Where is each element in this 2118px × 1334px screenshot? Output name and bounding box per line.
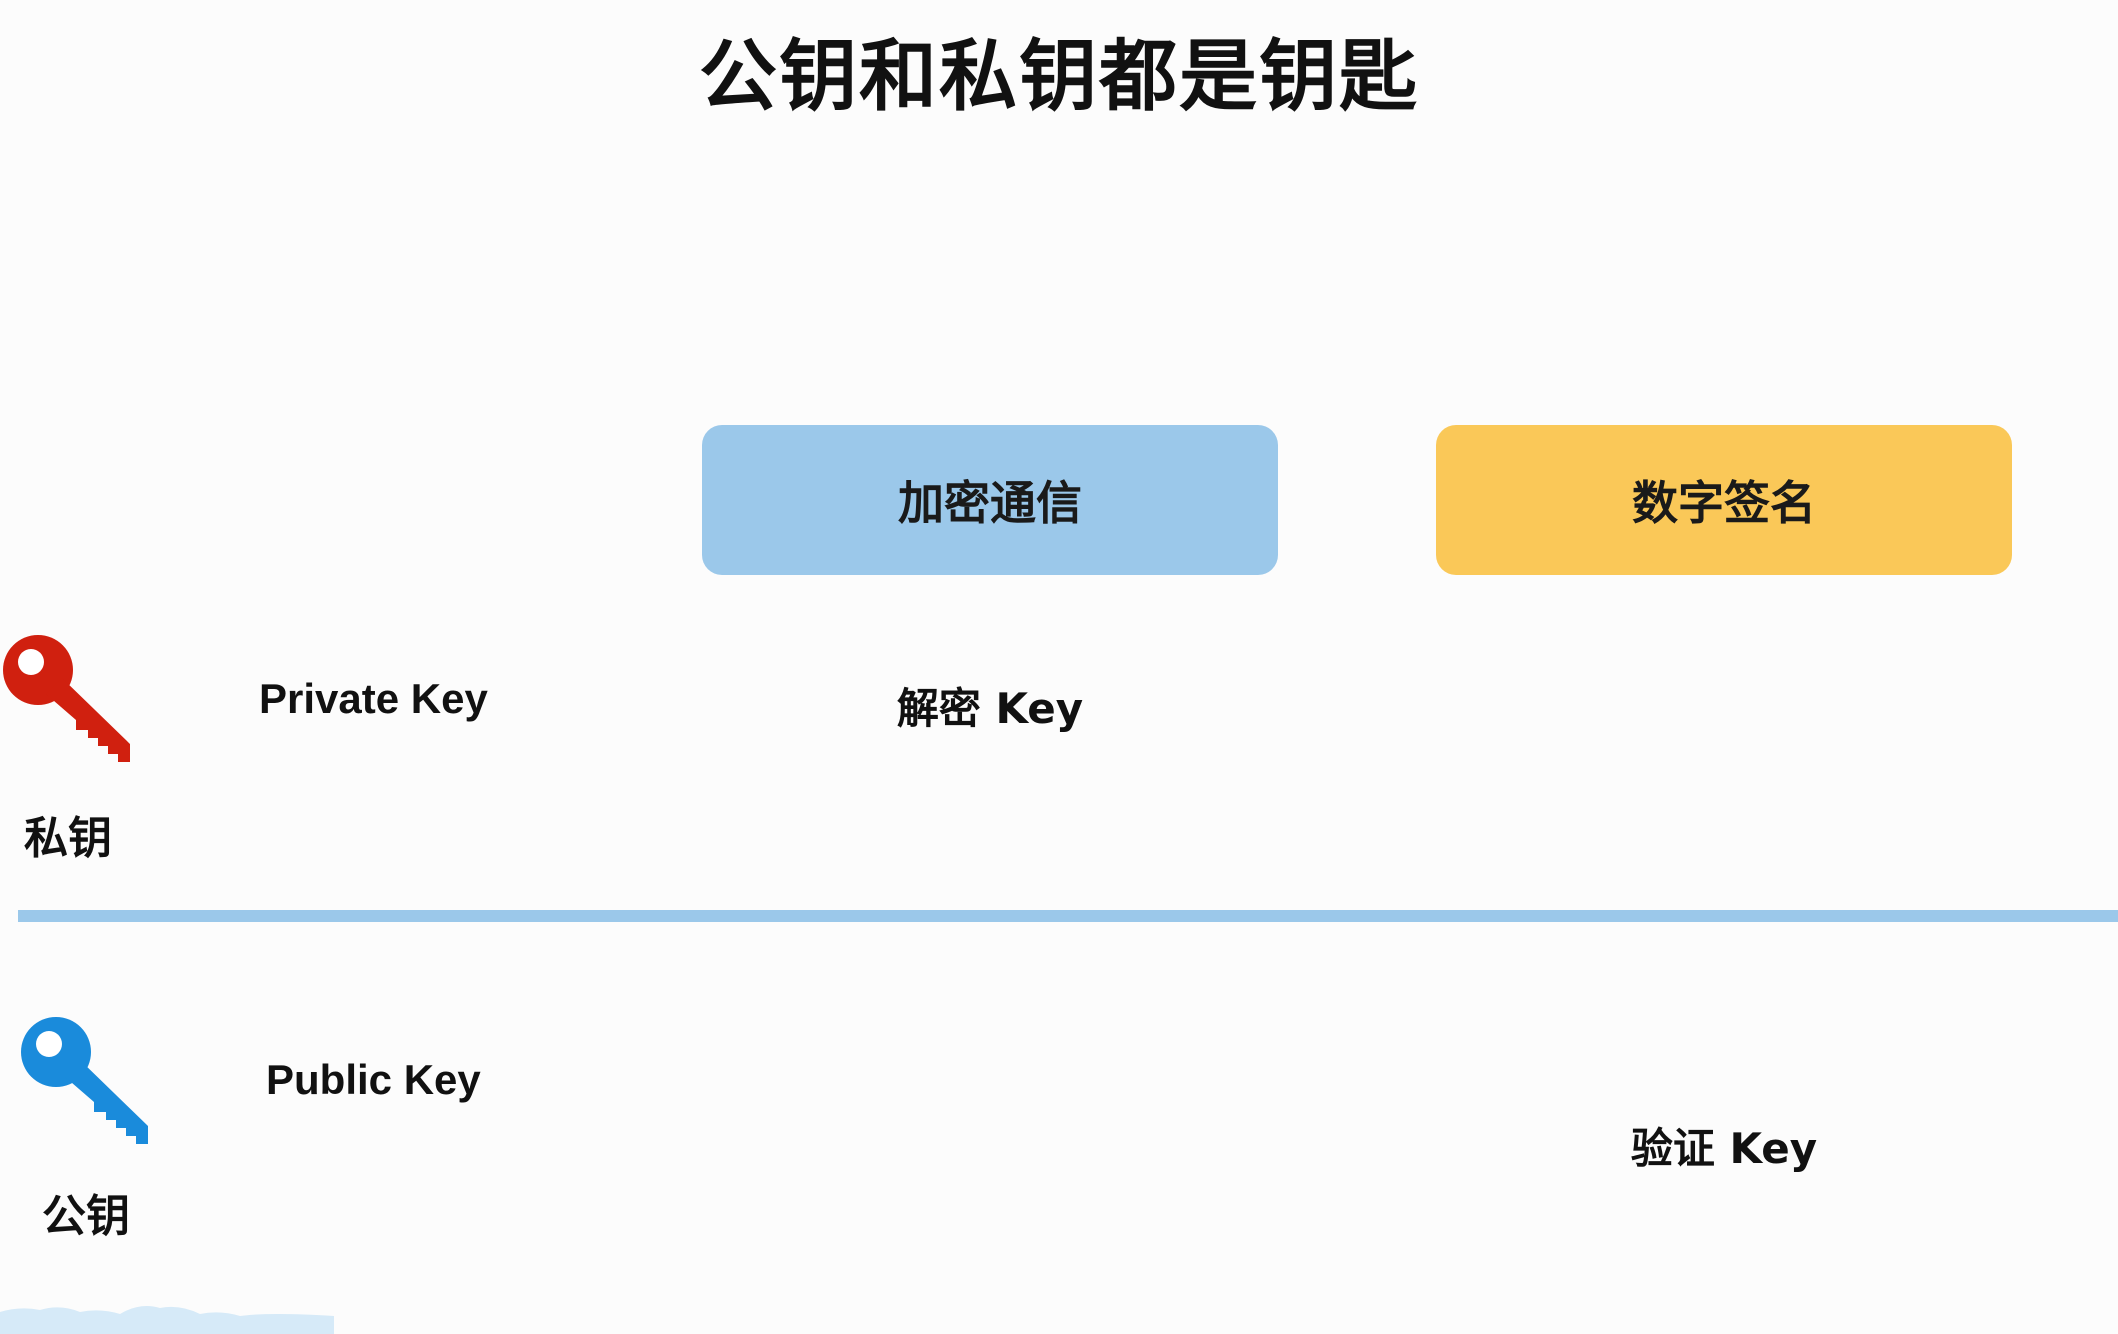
encrypt-communication-label: 加密通信 bbox=[898, 476, 1082, 530]
digital-signature-label: 数字签名 bbox=[1632, 476, 1816, 530]
encrypt-communication-box: 加密通信 bbox=[702, 425, 1278, 575]
public-key-sign-usage: 验证 Key bbox=[1630, 1124, 1818, 1173]
public-key-caption: 公钥 bbox=[42, 1191, 130, 1242]
private-key-name: Private Key bbox=[259, 675, 488, 722]
private-key-caption: 私钥 bbox=[24, 813, 112, 864]
public-key-icon-graphic bbox=[21, 1017, 148, 1144]
private-key-encrypt-usage: 解密 Key bbox=[896, 684, 1084, 733]
slide-title: 公钥和私钥都是钥匙 bbox=[698, 32, 1419, 122]
digital-signature-box: 数字签名 bbox=[1436, 425, 2012, 575]
private-key-icon bbox=[0, 632, 130, 762]
cloud-shape bbox=[0, 1306, 334, 1334]
private-key-icon-graphic bbox=[3, 635, 130, 762]
public-key-name: Public Key bbox=[266, 1056, 481, 1103]
row-divider bbox=[18, 910, 2118, 922]
public-key-icon bbox=[18, 1014, 148, 1144]
cloud-decoration bbox=[0, 1300, 334, 1334]
